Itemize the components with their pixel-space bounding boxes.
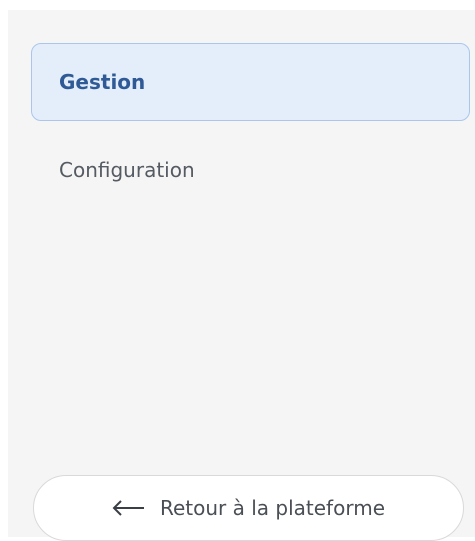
arrow-left-icon xyxy=(112,500,146,516)
sidebar-item-gestion[interactable]: Gestion xyxy=(31,43,470,121)
sidebar: Gestion Configuration Retour à la platef… xyxy=(8,10,475,541)
back-to-platform-button[interactable]: Retour à la plateforme xyxy=(33,475,464,541)
back-button-label: Retour à la plateforme xyxy=(159,496,385,520)
sidebar-item-label: Configuration xyxy=(59,158,195,182)
sidebar-item-label: Gestion xyxy=(59,70,146,94)
sidebar-item-configuration[interactable]: Configuration xyxy=(31,131,470,209)
